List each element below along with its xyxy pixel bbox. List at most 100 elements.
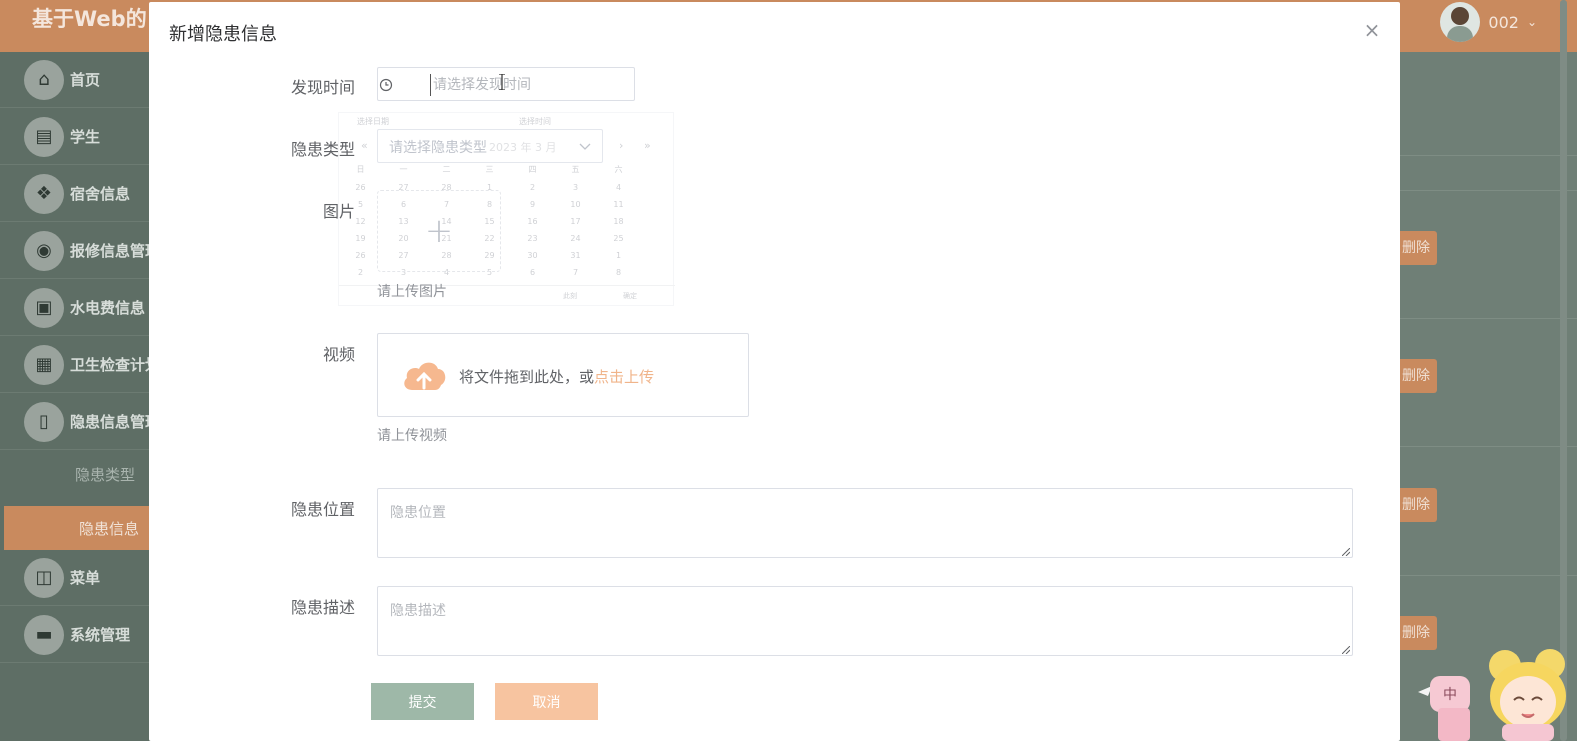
calendar-day[interactable]: 9 [511, 200, 554, 209]
resize-handle-icon[interactable] [1342, 548, 1350, 556]
weekday-label: 五 [571, 165, 580, 174]
video-upload-dragger[interactable]: 将文件拖到此处，或点击上传 [377, 333, 749, 417]
text-cursor-icon [499, 74, 505, 90]
calendar-day[interactable]: 2 [511, 183, 554, 192]
image-upload-card[interactable]: + [377, 190, 501, 272]
plus-icon: + [424, 211, 454, 251]
delete-button[interactable]: 删除 [1400, 231, 1437, 265]
mascot-badge-text: 中 [1443, 687, 1457, 703]
table-row-divider [1390, 155, 1577, 156]
layout-icon: ◫ [24, 557, 64, 598]
calendar-day[interactable]: 11 [597, 200, 640, 209]
avatar[interactable] [1440, 2, 1481, 42]
field-label-time: 发现时间 [290, 78, 355, 97]
table-row-divider [1390, 446, 1577, 447]
sidebar-item-dorm[interactable]: ❖ 宿舍信息 [0, 166, 160, 222]
calendar-day[interactable]: 4 [597, 183, 640, 192]
calendar-day[interactable]: 31 [554, 251, 597, 260]
weekday-label: 日 [356, 165, 365, 174]
calendar-day[interactable]: 7 [554, 268, 597, 277]
calendar-day[interactable]: 17 [554, 217, 597, 226]
calendar-day[interactable]: 24 [554, 234, 597, 243]
select-time-label[interactable]: 选择时间 [519, 116, 551, 127]
page-scrollbar[interactable] [1560, 0, 1567, 741]
drag-instruction: 将文件拖到此处，或 [459, 368, 595, 386]
close-icon[interactable]: × [1363, 20, 1381, 40]
sidebar-item-label: 宿舍信息 [70, 185, 131, 203]
clock-icon [379, 78, 393, 92]
submit-button[interactable]: 提交 [371, 683, 474, 720]
field-label-type: 隐患类型 [290, 140, 355, 159]
hazard-location-textarea[interactable] [377, 488, 1353, 558]
table-row-divider [1390, 318, 1577, 319]
mascot-image: 中 [1418, 649, 1566, 741]
table-row-divider [1390, 575, 1577, 576]
sidebar-item-label: 学生 [70, 128, 101, 146]
calendar-day[interactable]: 19 [339, 234, 382, 243]
sidebar: ⌂ 首页 ▤ 学生 ❖ 宿舍信息 ◉ 报修信息管理 ▣ 水电费信息 ▦ 卫生检查… [0, 52, 160, 741]
weekday-label: 四 [528, 165, 537, 174]
discovery-time-input[interactable] [430, 74, 620, 96]
dialog-title: 新增隐患信息 [169, 24, 277, 45]
sidebar-item-repair[interactable]: ◉ 报修信息管理 [0, 223, 160, 279]
sidebar-item-utility[interactable]: ▣ 水电费信息 [0, 280, 160, 336]
grid-icon: ▦ [24, 344, 64, 385]
calendar-day[interactable]: 18 [597, 217, 640, 226]
delete-button[interactable]: 删除 [1400, 359, 1437, 393]
drag-text: 将文件拖到此处，或点击上传 [459, 366, 654, 387]
dorm-icon: ❖ [24, 173, 64, 214]
sidebar-subitem-hazard-type[interactable]: 隐患类型 [0, 452, 160, 496]
calendar-day[interactable]: 10 [554, 200, 597, 209]
sidebar-item-menu[interactable]: ◫ 菜单 [0, 550, 160, 606]
delete-button[interactable]: 删除 [1400, 488, 1437, 522]
sidebar-item-label: 首页 [70, 71, 101, 89]
picker-now-button[interactable]: 此刻 [563, 291, 577, 301]
wallet-icon: ▬ [24, 614, 64, 655]
calendar-day[interactable]: 16 [511, 217, 554, 226]
sidebar-subitem-hazard-info[interactable]: 隐患信息 [4, 506, 160, 550]
cancel-button[interactable]: 取消 [495, 683, 598, 720]
next-year-icon[interactable]: » [644, 139, 651, 152]
calendar-day[interactable]: 1 [597, 251, 640, 260]
calendar-day[interactable]: 3 [554, 183, 597, 192]
hazard-type-select[interactable]: 请选择隐患类型 [377, 129, 603, 163]
click-upload-link[interactable]: 点击上传 [594, 368, 654, 386]
next-month-icon[interactable]: › [619, 139, 623, 152]
calendar-day[interactable]: 23 [511, 234, 554, 243]
calendar-day[interactable]: 25 [597, 234, 640, 243]
sidebar-item-label: 系统管理 [70, 626, 131, 644]
mouse-icon: ▯ [24, 401, 64, 442]
sidebar-item-label: 菜单 [70, 569, 101, 587]
calendar-day[interactable]: 30 [511, 251, 554, 260]
resize-handle-icon[interactable] [1342, 646, 1350, 654]
prev-year-icon[interactable]: « [361, 139, 368, 152]
sidebar-item-home[interactable]: ⌂ 首页 [0, 52, 160, 108]
sidebar-item-hazard[interactable]: ▯ 隐患信息管理 [0, 394, 160, 450]
sidebar-item-system[interactable]: ▬ 系统管理 [0, 607, 160, 663]
image-upload-hint: 请上传图片 [377, 284, 447, 300]
calendar-day[interactable]: 26 [339, 251, 382, 260]
select-date-label[interactable]: 选择日期 [357, 116, 389, 127]
calendar-day[interactable]: 6 [511, 268, 554, 277]
calendar-day[interactable]: 2 [339, 268, 382, 277]
username[interactable]: 002 [1488, 13, 1519, 32]
table-row-divider [1390, 190, 1577, 191]
video-upload-hint: 请上传视频 [377, 428, 447, 444]
sidebar-item-hygiene[interactable]: ▦ 卫生检查计划 [0, 337, 160, 393]
user-menu[interactable]: 002 ⌄ [1440, 2, 1537, 42]
sidebar-item-student[interactable]: ▤ 学生 [0, 109, 160, 165]
weekday-header: 日 一 二 三 四 五 六 [339, 164, 675, 175]
add-hazard-dialog: 新增隐患信息 × 发现时间 选择日期 选择时间 « › » 2023 年 3 月… [149, 2, 1400, 741]
calendar-day[interactable]: 26 [339, 183, 382, 192]
discovery-time-picker[interactable] [377, 67, 635, 101]
weekday-label: 三 [485, 165, 494, 174]
app-title: 基于Web的 [32, 7, 147, 31]
briefcase-icon: ▣ [24, 287, 64, 328]
repair-icon: ◉ [24, 230, 64, 271]
hazard-description-textarea[interactable] [377, 586, 1353, 656]
weekday-label: 一 [399, 165, 408, 174]
calendar-day[interactable]: 8 [597, 268, 640, 277]
chevron-down-icon[interactable]: ⌄ [1527, 15, 1537, 29]
picker-confirm-button[interactable]: 确定 [623, 291, 637, 301]
sidebar-item-label: 隐患信息管理 [69, 413, 160, 431]
